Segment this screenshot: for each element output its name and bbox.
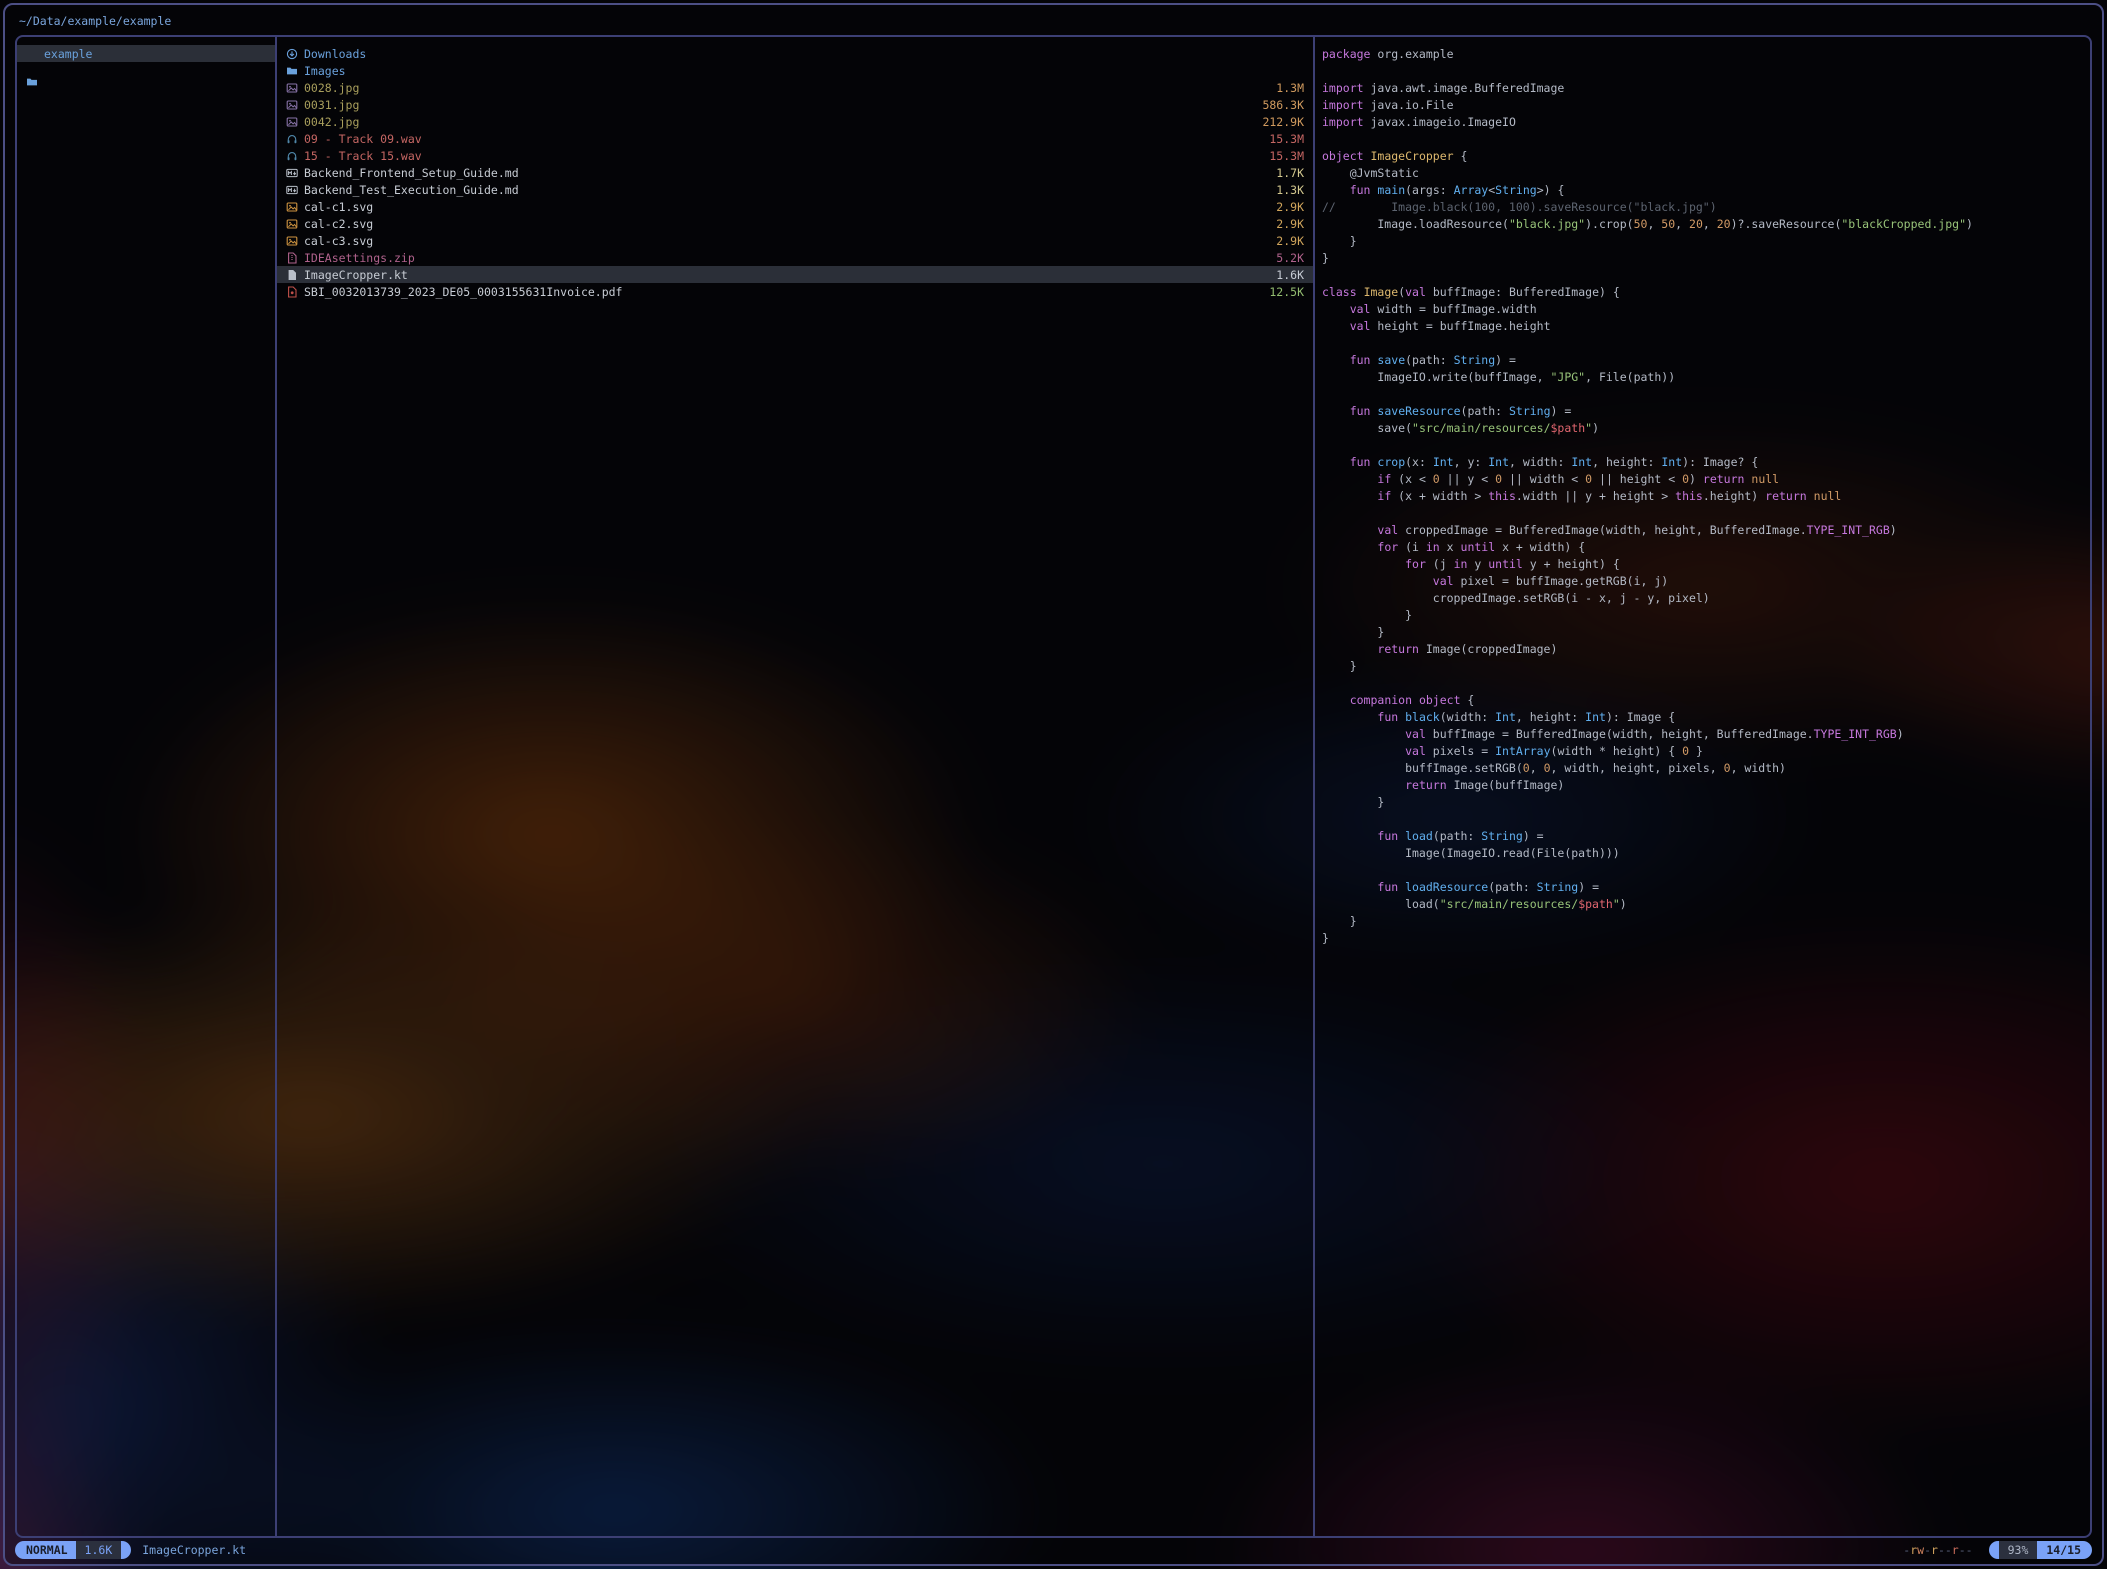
file-row[interactable]: Backend_Test_Execution_Guide.md 1.3K <box>277 181 1313 198</box>
file-size: 15.3M <box>1269 149 1304 163</box>
status-filename: ImageCropper.kt <box>142 1543 246 1557</box>
image-icon <box>286 116 298 128</box>
file-row[interactable]: 0028.jpg 1.3M <box>277 79 1313 96</box>
file-size: 2.9K <box>1276 234 1304 248</box>
file-name: 0031.jpg <box>304 98 359 112</box>
file-name: 0028.jpg <box>304 81 359 95</box>
file-row[interactable]: 0042.jpg 212.9K <box>277 113 1313 130</box>
file-size: 12.5K <box>1269 285 1304 299</box>
position-pill: 93% 14/15 <box>1989 1541 2092 1559</box>
image-icon <box>286 235 298 247</box>
file-size: 1.3M <box>1276 81 1304 95</box>
file-row[interactable]: 15 - Track 15.wav 15.3M <box>277 147 1313 164</box>
file-name: SBI_0032013739_2023_DE05_0003155631Invoi… <box>304 285 623 299</box>
file-size: 2.9K <box>1276 200 1304 214</box>
markdown-icon <box>286 167 298 179</box>
download-icon <box>286 48 298 60</box>
parent-item-example[interactable]: example <box>17 45 275 62</box>
file-name: ImageCropper.kt <box>304 268 408 282</box>
status-left: NORMAL 1.6K ImageCropper.kt <box>15 1541 246 1559</box>
file-icon <box>286 269 298 281</box>
file-row[interactable]: IDEAsettings.zip 5.2K <box>277 249 1313 266</box>
pill-cap <box>121 1541 131 1559</box>
file-name: cal-c1.svg <box>304 200 373 214</box>
file-size-badge: 1.6K <box>76 1541 122 1559</box>
file-size: 1.3K <box>1276 183 1304 197</box>
status-bar: NORMAL 1.6K ImageCropper.kt -rw-r--r-- 9… <box>15 1541 2092 1559</box>
parent-pane: example <box>17 37 275 1536</box>
folder-icon <box>26 48 38 60</box>
file-row[interactable]: ImageCropper.kt 1.6K <box>277 266 1313 283</box>
image-icon <box>286 218 298 230</box>
file-name: Backend_Frontend_Setup_Guide.md <box>304 166 519 180</box>
file-size: 1.6K <box>1276 268 1304 282</box>
file-name: 09 - Track 09.wav <box>304 132 422 146</box>
file-list-pane: Downloads Images 0028.jpg 1.3M 0031.jpg 586.3… <box>277 37 1313 1536</box>
file-name: Images <box>304 64 346 78</box>
zip-icon <box>286 252 298 264</box>
image-icon <box>286 201 298 213</box>
pill-cap <box>1989 1541 1999 1559</box>
permissions-text: -rw-r--r-- <box>1903 1543 1972 1557</box>
mode-badge: NORMAL <box>15 1541 76 1559</box>
image-icon <box>286 82 298 94</box>
file-size: 15.3M <box>1269 132 1304 146</box>
folder-icon <box>286 65 298 77</box>
breadcrumb: ~/Data/example/example <box>19 14 171 28</box>
file-row[interactable]: cal-c2.svg 2.9K <box>277 215 1313 232</box>
file-name: IDEAsettings.zip <box>304 251 415 265</box>
file-row[interactable]: Backend_Frontend_Setup_Guide.md 1.7K <box>277 164 1313 181</box>
file-name: 0042.jpg <box>304 115 359 129</box>
pdf-icon <box>286 286 298 298</box>
file-size: 1.7K <box>1276 166 1304 180</box>
image-icon <box>286 99 298 111</box>
file-name: Backend_Test_Execution_Guide.md <box>304 183 519 197</box>
audio-icon <box>286 150 298 162</box>
file-size: 586.3K <box>1262 98 1304 112</box>
file-row[interactable]: Images <box>277 62 1313 79</box>
file-name: cal-c3.svg <box>304 234 373 248</box>
file-row[interactable]: 09 - Track 09.wav 15.3M <box>277 130 1313 147</box>
file-size: 5.2K <box>1276 251 1304 265</box>
file-manager-panes: example DownloadsImages0028.jpg1.3M0031.… <box>15 35 2092 1538</box>
list-position: 14/15 <box>2037 1541 2092 1559</box>
list-percent: 93% <box>1999 1541 2038 1559</box>
markdown-icon <box>286 184 298 196</box>
file-name: cal-c2.svg <box>304 217 373 231</box>
code-preview: package org.example import java.awt.imag… <box>1322 46 2090 947</box>
file-name: Downloads <box>304 47 366 61</box>
file-size: 212.9K <box>1262 115 1304 129</box>
file-row[interactable]: cal-c3.svg 2.9K <box>277 232 1313 249</box>
file-row[interactable]: SBI_0032013739_2023_DE05_0003155631Invoi… <box>277 283 1313 300</box>
status-right: -rw-r--r-- 93% 14/15 <box>1903 1541 2092 1559</box>
preview-pane: package org.example import java.awt.imag… <box>1315 37 2090 1536</box>
file-row[interactable]: cal-c1.svg 2.9K <box>277 198 1313 215</box>
file-name: 15 - Track 15.wav <box>304 149 422 163</box>
file-size: 2.9K <box>1276 217 1304 231</box>
parent-item-label: example <box>44 47 92 61</box>
audio-icon <box>286 133 298 145</box>
file-row[interactable]: 0031.jpg 586.3K <box>277 96 1313 113</box>
mode-pill: NORMAL 1.6K <box>15 1541 131 1559</box>
file-row[interactable]: Downloads <box>277 45 1313 62</box>
terminal-window: ~/Data/example/example example Downloads… <box>3 3 2104 1566</box>
